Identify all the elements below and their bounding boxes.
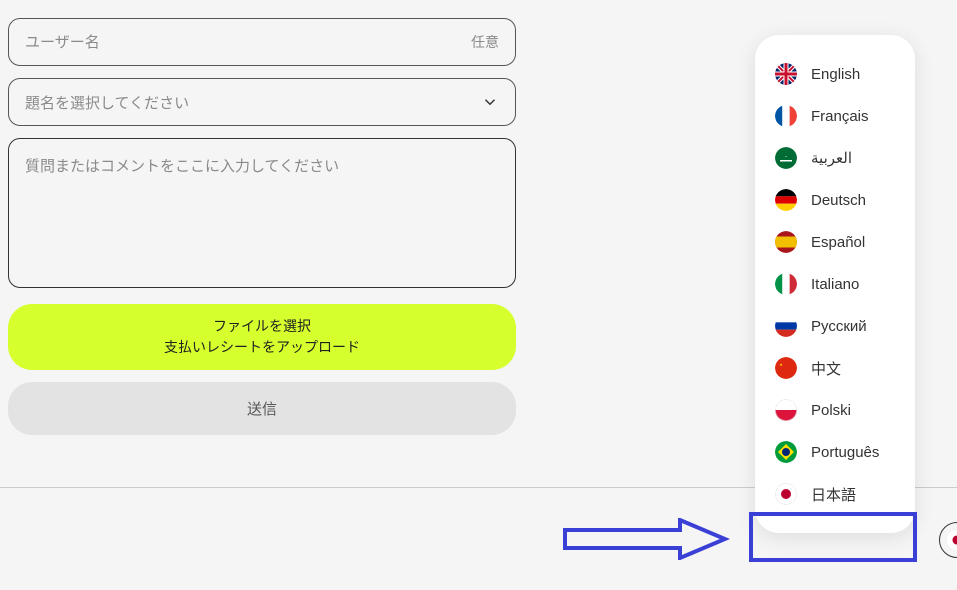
upload-label-line2: 支払いレシートをアップロード	[20, 337, 504, 358]
flag-germany-icon	[775, 189, 797, 211]
lang-item-italiano[interactable]: Italiano	[755, 263, 915, 305]
language-dropdown: English Français ـ العربية Deutsch Españ…	[755, 35, 915, 533]
lang-label: Português	[811, 444, 879, 461]
submit-label: 送信	[247, 401, 277, 418]
flag-italy-icon	[775, 273, 797, 295]
lang-item-polski[interactable]: Polski	[755, 389, 915, 431]
annotation-arrow-icon	[560, 518, 730, 560]
lang-item-francais[interactable]: Français	[755, 95, 915, 137]
lang-label: العربية	[811, 149, 852, 167]
submit-button[interactable]: 送信	[8, 382, 516, 435]
lang-item-chinese[interactable]: 中文	[755, 347, 915, 389]
lang-label: Français	[811, 108, 869, 125]
lang-label: Deutsch	[811, 192, 866, 209]
flag-japan-icon	[775, 483, 797, 505]
flag-china-icon	[775, 357, 797, 379]
username-hint: 任意	[471, 32, 499, 52]
lang-item-espanol[interactable]: Español	[755, 221, 915, 263]
lang-item-deutsch[interactable]: Deutsch	[755, 179, 915, 221]
flag-brazil-icon	[775, 441, 797, 463]
lang-label: 日本語	[811, 484, 856, 505]
language-toggle-button[interactable]	[939, 522, 957, 558]
lang-label: Polski	[811, 402, 851, 419]
lang-label: Español	[811, 234, 865, 251]
upload-label-line1: ファイルを選択	[20, 316, 504, 337]
chevron-down-icon	[481, 93, 499, 111]
flag-poland-icon	[775, 399, 797, 421]
lang-item-russian[interactable]: Русский	[755, 305, 915, 347]
flag-japan-icon	[947, 530, 957, 550]
file-upload-button[interactable]: ファイルを選択 支払いレシートをアップロード	[8, 304, 516, 370]
flag-france-icon	[775, 105, 797, 127]
lang-item-portugues[interactable]: Português	[755, 431, 915, 473]
lang-label: Italiano	[811, 276, 859, 293]
subject-placeholder: 題名を選択してください	[25, 92, 189, 113]
lang-item-english[interactable]: English	[755, 53, 915, 95]
lang-item-arabic[interactable]: ـ العربية	[755, 137, 915, 179]
lang-label: English	[811, 66, 860, 83]
flag-russia-icon	[775, 315, 797, 337]
subject-select[interactable]: 題名を選択してください	[8, 78, 516, 126]
contact-form: 任意 題名を選択してください ファイルを選択 支払いレシートをアップロード 送信	[8, 18, 516, 435]
comment-field-row[interactable]	[8, 138, 516, 288]
lang-label: Русский	[811, 318, 867, 335]
flag-saudi-icon: ـ	[775, 147, 797, 169]
username-field-row[interactable]: 任意	[8, 18, 516, 66]
flag-uk-icon	[775, 63, 797, 85]
flag-spain-icon	[775, 231, 797, 253]
comment-textarea[interactable]	[25, 155, 499, 271]
username-input[interactable]	[25, 34, 463, 51]
lang-label: 中文	[811, 358, 841, 379]
lang-item-japanese[interactable]: 日本語	[755, 473, 915, 515]
